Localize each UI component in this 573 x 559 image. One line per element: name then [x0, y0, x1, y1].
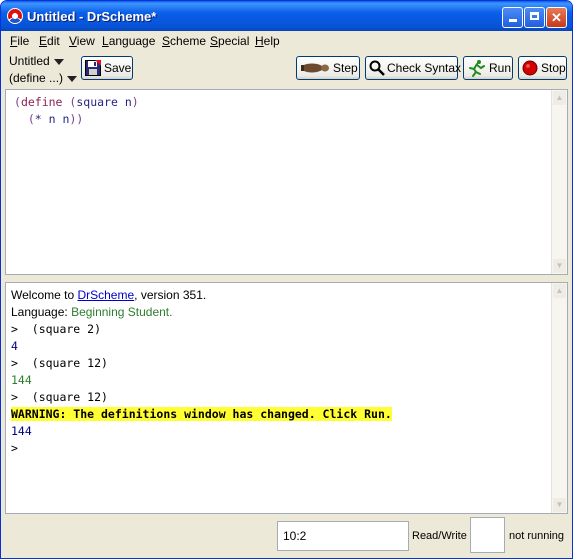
close-button[interactable]: ✕ [546, 7, 567, 28]
code-token: n [48, 112, 56, 126]
running-man-icon [469, 60, 485, 77]
scroll-down-icon[interactable]: ▼ [553, 498, 566, 512]
scroll-up-icon[interactable]: ▲ [553, 284, 566, 298]
close-icon: ✕ [551, 10, 562, 25]
drscheme-window: Untitled - DrScheme* ✕ File Edit View La… [0, 0, 573, 559]
check-syntax-button-label: Check Syntax [387, 61, 462, 75]
code-token: )) [69, 112, 84, 126]
menu-language[interactable]: Language [102, 34, 155, 48]
output-line: 144 [11, 424, 32, 438]
prompt-line: > (square 2) [11, 322, 102, 336]
read-write-mode[interactable]: Read/Write [412, 530, 467, 542]
language-line: Language: Beginning Student. [11, 305, 173, 319]
welcome-line: Welcome to DrScheme, version 351. [11, 288, 206, 302]
save-button-label: Save [104, 61, 132, 75]
interactions-scrollbar[interactable]: ▲ ▼ [551, 283, 567, 513]
menu-bar: File Edit View Language Scheme Special H… [1, 31, 572, 50]
footprint-icon [301, 63, 329, 73]
scroll-up-icon[interactable]: ▲ [553, 91, 566, 105]
chevron-down-icon [53, 58, 64, 65]
code-token: n [124, 95, 132, 109]
definitions-code: (define (square n) (* n n)) [14, 94, 139, 128]
menu-help[interactable]: Help [255, 34, 280, 48]
menu-file[interactable]: File [10, 34, 29, 48]
menu-scheme[interactable]: Scheme [162, 34, 206, 48]
language-prefix: Language: [11, 305, 72, 319]
title-bar[interactable]: Untitled - DrScheme* ✕ [1, 1, 572, 31]
running-indicator [470, 517, 505, 553]
run-button[interactable]: Run [463, 56, 513, 80]
definitions-scrollbar[interactable]: ▲ ▼ [551, 90, 567, 274]
stop-button-label: Stop [541, 61, 566, 75]
stop-circle-icon [522, 60, 538, 76]
maximize-icon [530, 12, 539, 20]
prompt-line: > [11, 441, 18, 455]
welcome-suffix: , version 351. [134, 288, 207, 302]
step-button-label: Step [333, 61, 358, 75]
minimize-button[interactable] [502, 7, 523, 28]
floppy-disk-icon [85, 60, 101, 76]
code-token: define [20, 95, 63, 109]
run-button-label: Run [489, 61, 512, 75]
language-name: Beginning Student [71, 305, 170, 319]
define-menu-label: (define ...) [9, 71, 64, 85]
code-token: * [34, 112, 42, 126]
window-title: Untitled - DrScheme* [27, 9, 157, 24]
output-line: 4 [11, 339, 18, 353]
code-line: (* n n)) [14, 111, 139, 128]
minimize-icon [508, 19, 517, 22]
welcome-prefix: Welcome to [11, 288, 78, 302]
code-token: square [76, 95, 118, 109]
stop-button[interactable]: Stop [518, 56, 567, 80]
code-line: (define (square n) [14, 94, 139, 111]
menu-edit[interactable]: Edit [39, 34, 60, 48]
status-bar: 10:2 Read/Write not running [1, 515, 572, 558]
step-button[interactable]: Step [296, 56, 360, 80]
output-line: 144 [11, 373, 32, 387]
prompt-line: > (square 12) [11, 390, 108, 404]
run-state: not running [509, 530, 565, 542]
cursor-position: 10:2 [277, 521, 409, 551]
toolbar: Untitled (define ...) Save Step Check Sy… [1, 50, 572, 88]
menu-special[interactable]: Special [210, 34, 249, 48]
define-menu[interactable]: (define ...) [9, 71, 78, 85]
file-name-label: Untitled [9, 54, 50, 68]
maximize-button[interactable] [524, 7, 545, 28]
interactions-editor[interactable]: Welcome to DrScheme, version 351. Langua… [5, 282, 568, 514]
magnifier-icon [369, 60, 385, 76]
code-token: ( [14, 95, 21, 109]
code-token: ( [27, 112, 35, 126]
prompt-line: > (square 12) [11, 356, 108, 370]
scroll-down-icon[interactable]: ▼ [553, 259, 566, 273]
chevron-down-icon [67, 75, 78, 82]
language-suffix: . [169, 305, 173, 319]
save-button[interactable]: Save [81, 56, 133, 80]
menu-view[interactable]: View [69, 34, 95, 48]
warning-message: WARNING: The definitions window has chan… [11, 407, 392, 421]
check-syntax-button[interactable]: Check Syntax [365, 56, 462, 80]
definitions-editor[interactable]: (define (square n) (* n n)) ▲ ▼ [5, 89, 568, 275]
drscheme-link[interactable]: DrScheme [77, 288, 134, 302]
code-token: ) [131, 95, 139, 109]
file-name-menu[interactable]: Untitled [9, 54, 64, 68]
drscheme-logo-icon[interactable] [7, 8, 23, 24]
